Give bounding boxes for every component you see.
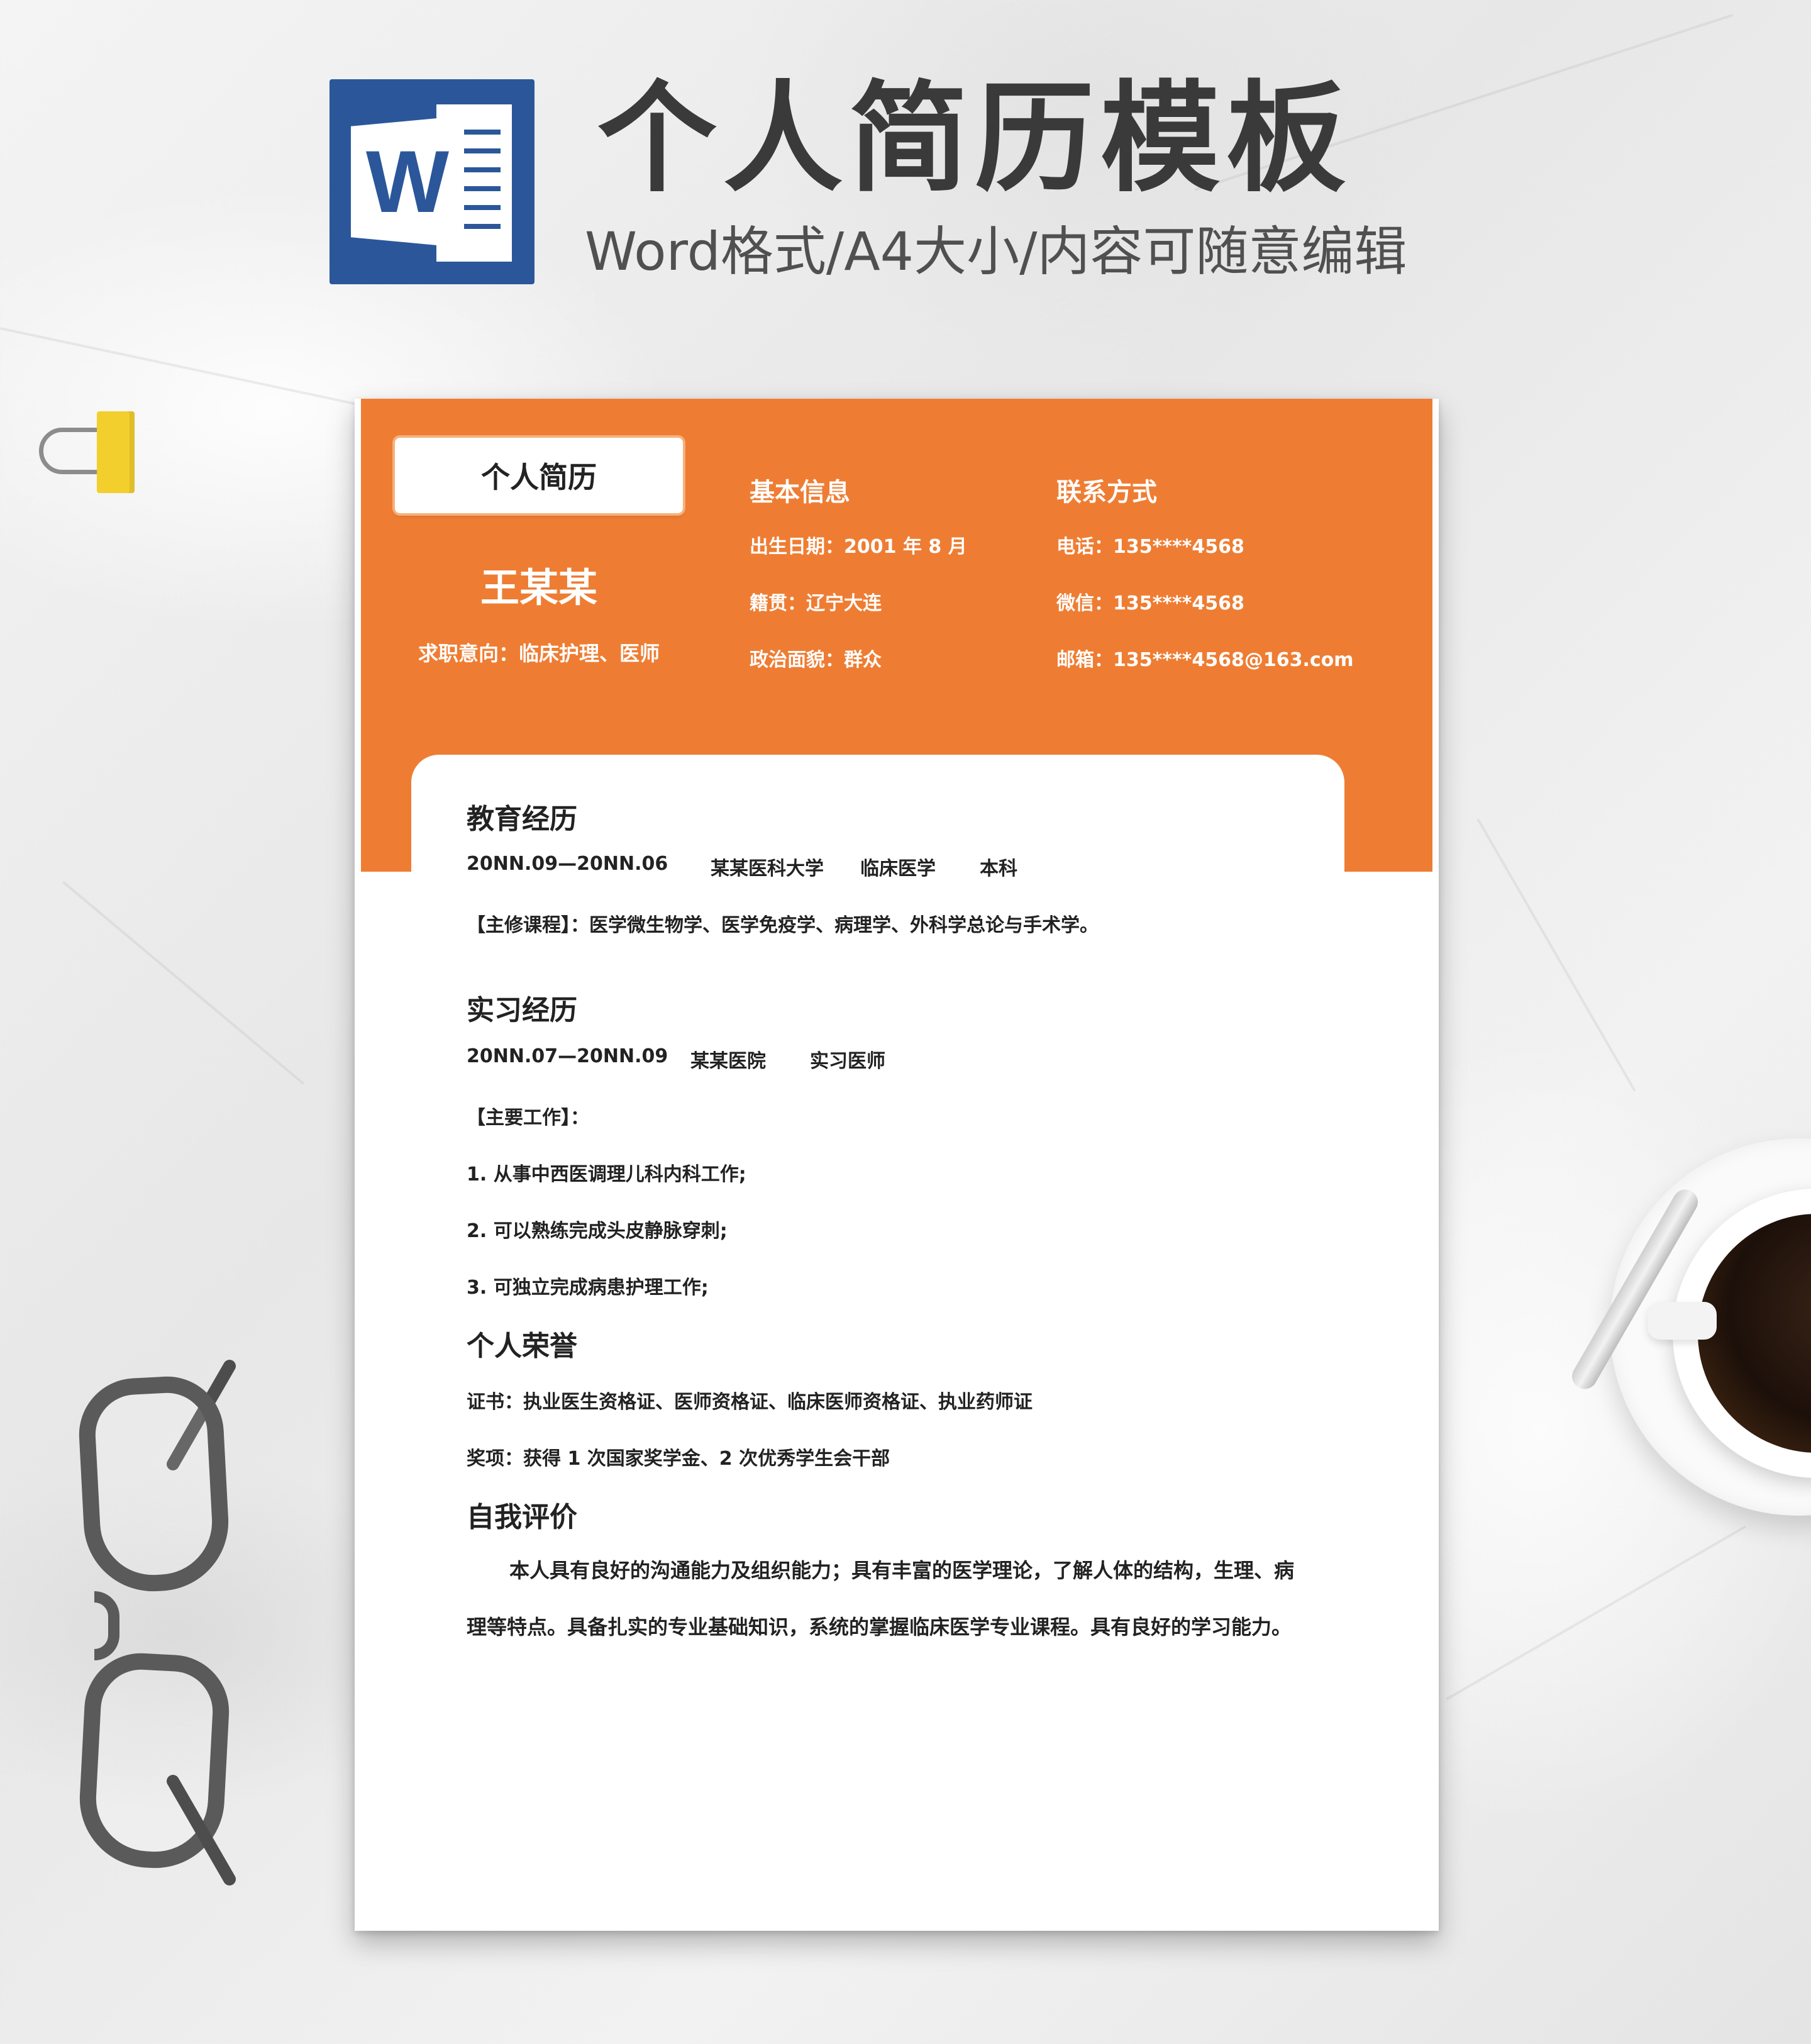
- content-card-top: [411, 755, 1344, 1006]
- honors-certificates: 证书：执业医生资格证、医师资格证、临床医师资格证、执业药师证: [467, 1391, 1033, 1413]
- glasses: [75, 1352, 239, 1893]
- birth-date: 出生日期：2001 年 8 月: [750, 536, 967, 558]
- internship-period: 20NN.07—20NN.09: [467, 1045, 668, 1067]
- political-status: 政治面貌：群众: [750, 649, 882, 671]
- self-eval-text: 本人具有良好的沟通能力及组织能力；具有丰富的医学理论，了解人体的结构，生理、病理…: [467, 1558, 1295, 1639]
- internship-item: 3. 可独立完成病患护理工作;: [467, 1277, 709, 1299]
- phone: 电话：135****4568: [1056, 536, 1244, 558]
- internship-heading: 实习经历: [467, 994, 577, 1026]
- marble-vein: [62, 880, 305, 1085]
- education-degree: 本科: [980, 858, 1017, 880]
- wechat: 微信：135****4568: [1056, 592, 1244, 614]
- internship-place: 某某医院: [690, 1050, 766, 1072]
- education-period: 20NN.09—20NN.06: [467, 853, 668, 875]
- email: 邮箱：135****4568@163.com: [1056, 649, 1354, 671]
- marble-vein: [1446, 1525, 1747, 1701]
- binder-clip: [38, 409, 145, 497]
- education-courses: 【主修课程】：医学微生物学、医学免疫学、病理学、外科学总论与手术学。: [467, 914, 1099, 936]
- job-intent: 求职意向：临床护理、医师: [418, 642, 660, 665]
- honors-awards: 奖项：获得 1 次国家奖学金、2 次优秀学生会干部: [467, 1448, 890, 1470]
- internship-role: 实习医师: [810, 1050, 885, 1072]
- internship-work-label: 【主要工作】：: [467, 1107, 589, 1129]
- self-eval-heading: 自我评价: [467, 1501, 577, 1533]
- internship-item: 1. 从事中西医调理儿科内科工作;: [467, 1164, 746, 1186]
- honors-heading: 个人荣誉: [467, 1330, 577, 1362]
- resume-page: 个人简历 王某某 求职意向：临床护理、医师 基本信息 出生日期：2001 年 8…: [355, 399, 1439, 1931]
- education-school: 某某医科大学: [711, 858, 824, 880]
- education-heading: 教育经历: [467, 803, 577, 835]
- internship-item: 2. 可以熟练完成头皮静脉穿刺;: [467, 1220, 728, 1242]
- marble-vein: [1476, 818, 1636, 1092]
- education-major: 临床医学: [860, 858, 936, 880]
- coffee-cup: [1567, 1113, 1811, 1528]
- word-letter: W: [365, 132, 450, 231]
- native-place: 籍贯：辽宁大连: [750, 592, 882, 614]
- contact-heading: 联系方式: [1056, 478, 1157, 507]
- banner-title: 个人简历模板: [597, 69, 1353, 208]
- resume-title-box: 个人简历: [395, 438, 683, 513]
- banner-subtitle: Word格式/A4大小/内容可随意编辑: [585, 221, 1407, 282]
- candidate-name: 王某某: [480, 565, 597, 611]
- basic-info-heading: 基本信息: [750, 478, 850, 507]
- word-icon: W: [330, 79, 534, 284]
